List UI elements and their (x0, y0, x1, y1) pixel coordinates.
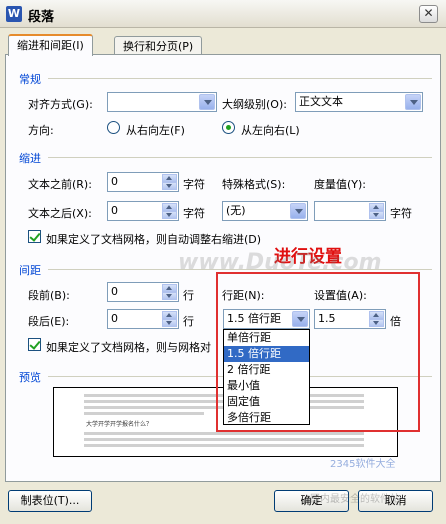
spinner-buttons[interactable] (162, 311, 177, 327)
spin-up-icon[interactable] (162, 284, 177, 292)
spacing-before-value: 0 (111, 285, 118, 298)
alignment-select[interactable] (107, 92, 217, 112)
spin-down-icon[interactable] (162, 182, 177, 190)
measure-spinner[interactable] (314, 201, 386, 221)
rtl-label: 从右向左(F) (126, 124, 185, 137)
indent-after-value: 0 (111, 204, 118, 217)
outline-level-label: 大纲级别(O): (222, 98, 287, 111)
spinner-buttons[interactable] (162, 174, 177, 190)
indent-before-label: 文本之前(R): (28, 178, 92, 191)
preview-line (84, 412, 204, 415)
alignment-label: 对齐方式(G): (28, 98, 93, 111)
special-format-select[interactable]: (无) (222, 201, 308, 221)
indent-before-value: 0 (111, 175, 118, 188)
preview-line (84, 444, 364, 447)
section-preview-label: 预览 (19, 371, 41, 384)
spacing-before-unit: 行 (183, 289, 194, 302)
outline-level-select[interactable]: 正文文本 (295, 92, 423, 112)
indent-before-spinner[interactable]: 0 (107, 172, 179, 192)
spacing-after-spinner[interactable]: 0 (107, 309, 179, 329)
wps-app-icon: W (6, 6, 22, 22)
section-indent-label: 缩进 (19, 152, 41, 165)
chevron-down-icon[interactable] (290, 203, 306, 219)
section-divider (48, 78, 432, 79)
window-title: 段落 (28, 10, 55, 25)
close-button[interactable]: ✕ (419, 5, 438, 23)
spin-up-icon[interactable] (369, 203, 384, 211)
section-general-label: 常规 (19, 73, 41, 86)
tab-indent-spacing[interactable]: 缩进和间距(I) (8, 34, 93, 56)
measure-unit: 字符 (390, 207, 412, 220)
spin-down-icon[interactable] (162, 211, 177, 219)
indent-after-label: 文本之后(X): (28, 207, 92, 220)
spacing-before-spinner[interactable]: 0 (107, 282, 179, 302)
chevron-down-icon[interactable] (405, 94, 421, 110)
chevron-down-icon[interactable] (199, 94, 215, 110)
spin-up-icon[interactable] (162, 174, 177, 182)
preview-sample-text: 大学开学开学报名什么？ (86, 421, 153, 428)
spinner-buttons[interactable] (369, 203, 384, 219)
preview-line (84, 432, 364, 435)
spacing-after-value: 0 (111, 312, 118, 325)
outline-level-value: 正文文本 (299, 95, 343, 108)
title-bar (0, 0, 446, 28)
preview-line (84, 438, 364, 441)
spacing-after-label: 段后(E): (28, 315, 70, 328)
direction-label: 方向: (28, 124, 54, 137)
spacing-grid-label: 如果定义了文档网格，则与网格对 (46, 341, 211, 354)
measure-label: 度量值(Y): (314, 178, 367, 191)
spacing-after-unit: 行 (183, 315, 194, 328)
indent-grid-label: 如果定义了文档网格，则自动调整右缩进(D) (46, 233, 262, 246)
spacing-grid-checkbox[interactable] (28, 338, 41, 351)
tab-line-page-breaks[interactable]: 换行和分页(P) (114, 36, 203, 56)
spin-up-icon[interactable] (162, 203, 177, 211)
spinner-buttons[interactable] (162, 203, 177, 219)
indent-grid-checkbox[interactable] (28, 230, 41, 243)
annotation-box (216, 272, 420, 432)
indent-after-unit: 字符 (183, 207, 205, 220)
watermark-text: www.DuoTe.com (178, 250, 382, 275)
spin-down-icon[interactable] (162, 319, 177, 327)
spin-down-icon[interactable] (369, 211, 384, 219)
spin-up-icon[interactable] (162, 311, 177, 319)
spinner-buttons[interactable] (162, 284, 177, 300)
special-format-label: 特殊格式(S): (222, 178, 286, 191)
rtl-radio[interactable] (107, 121, 120, 134)
tab-stops-button[interactable]: 制表位(T)... (8, 490, 92, 512)
spin-down-icon[interactable] (162, 292, 177, 300)
section-divider (48, 157, 432, 158)
ltr-label: 从左向右(L) (241, 124, 300, 137)
indent-before-unit: 字符 (183, 178, 205, 191)
spacing-before-label: 段前(B): (28, 289, 70, 302)
ltr-radio[interactable] (222, 121, 235, 134)
section-spacing-label: 间距 (19, 264, 41, 277)
watermark-logo: 2345软件大全 (330, 459, 396, 470)
indent-after-spinner[interactable]: 0 (107, 201, 179, 221)
special-format-value: (无) (226, 204, 246, 217)
watermark-subtext: 国内最安全的软件站 (310, 494, 400, 505)
